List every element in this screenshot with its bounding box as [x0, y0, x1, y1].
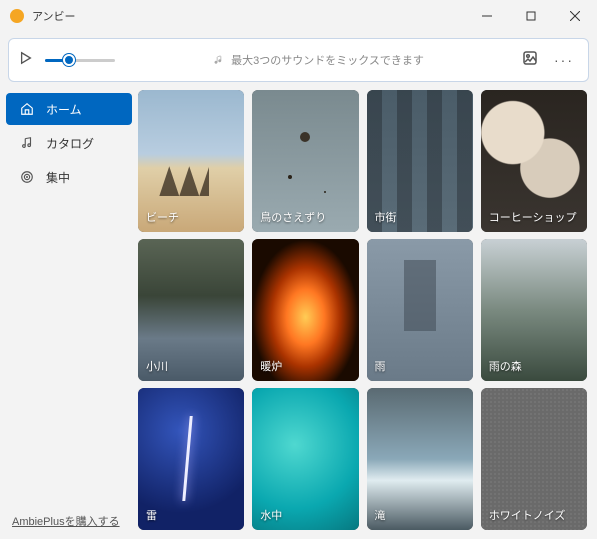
- nav-label: カタログ: [46, 135, 94, 152]
- titlebar: アンビー: [0, 0, 597, 32]
- card-label: 小川: [146, 358, 168, 374]
- card-label: 滝: [375, 507, 386, 523]
- card-label: ホワイトノイズ: [489, 507, 566, 523]
- window-close-button[interactable]: [553, 0, 597, 32]
- picture-button[interactable]: [522, 50, 538, 71]
- app-icon: [10, 9, 24, 23]
- sound-card-waterfall[interactable]: 滝: [367, 388, 473, 530]
- mix-hint-text: 最大3つのサウンドをミックスできます: [231, 52, 424, 68]
- card-label: 雷: [146, 507, 157, 523]
- card-label: 雨の森: [489, 358, 522, 374]
- sound-card-stream[interactable]: 小川: [138, 239, 244, 381]
- mix-hint: 最大3つのサウンドをミックスできます: [127, 52, 510, 68]
- control-bar: 最大3つのサウンドをミックスできます ···: [8, 38, 589, 82]
- card-label: 暖炉: [260, 358, 282, 374]
- sound-card-fireplace[interactable]: 暖炉: [252, 239, 358, 381]
- sound-card-underwater[interactable]: 水中: [252, 388, 358, 530]
- music-note-icon: [213, 54, 225, 66]
- nav-catalog[interactable]: カタログ: [6, 127, 132, 159]
- card-label: ビーチ: [146, 209, 179, 225]
- sound-card-rainforest[interactable]: 雨の森: [481, 239, 587, 381]
- sound-card-thunder[interactable]: 雷: [138, 388, 244, 530]
- window-maximize-button[interactable]: [509, 0, 553, 32]
- card-label: 水中: [260, 507, 282, 523]
- target-icon: [20, 170, 34, 184]
- card-label: 市街: [375, 209, 397, 225]
- nav-label: ホーム: [46, 101, 82, 118]
- card-label: コーヒーショップ: [489, 209, 577, 225]
- sound-card-beach[interactable]: ビーチ: [138, 90, 244, 232]
- play-button[interactable]: [19, 51, 33, 70]
- more-button[interactable]: ···: [550, 52, 578, 68]
- music-icon: [20, 136, 34, 150]
- sound-card-whitenoise[interactable]: ホワイトノイズ: [481, 388, 587, 530]
- sound-card-birds[interactable]: 鳥のさえずり: [252, 90, 358, 232]
- card-label: 雨: [375, 358, 386, 374]
- card-label: 鳥のさえずり: [260, 209, 326, 225]
- sound-grid: ビーチ 鳥のさえずり 市街 コーヒーショップ 小川 暖炉 雨 雨の森 雷 水中 …: [138, 90, 597, 539]
- sound-card-rain[interactable]: 雨: [367, 239, 473, 381]
- window-minimize-button[interactable]: [465, 0, 509, 32]
- app-title: アンビー: [32, 8, 76, 24]
- sound-card-coffee[interactable]: コーヒーショップ: [481, 90, 587, 232]
- nav-focus[interactable]: 集中: [6, 161, 132, 193]
- nav-home[interactable]: ホーム: [6, 93, 132, 125]
- nav-label: 集中: [46, 169, 70, 186]
- sidebar: ホーム カタログ 集中 AmbiePlusを購入する: [0, 90, 138, 539]
- home-icon: [20, 102, 34, 116]
- volume-slider[interactable]: [45, 52, 115, 68]
- sound-card-city[interactable]: 市街: [367, 90, 473, 232]
- purchase-link[interactable]: AmbiePlusを購入する: [0, 503, 138, 539]
